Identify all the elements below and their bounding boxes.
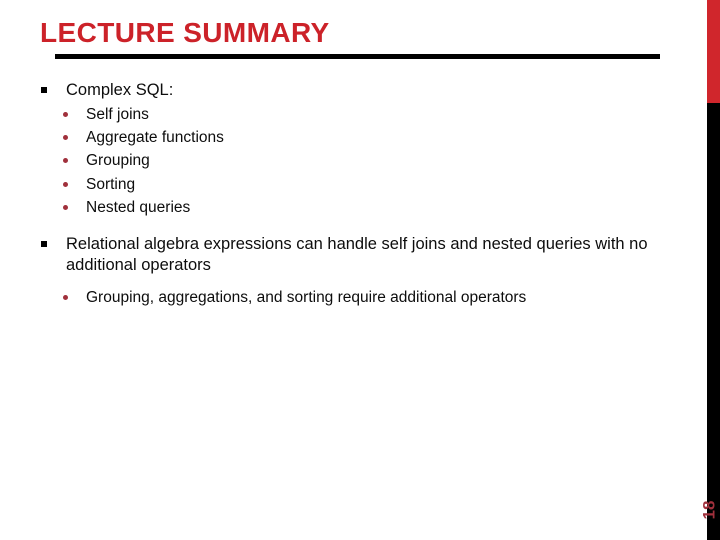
bullet-text: Sorting [86, 175, 136, 193]
bullet-item-grouping-aggregations-sorting: Grouping, aggregations, and sorting requ… [38, 288, 686, 308]
round-bullet-icon [63, 112, 68, 118]
bullet-item-relational-algebra: Relational algebra expressions can handl… [38, 234, 686, 276]
title-divider-rule [55, 54, 660, 59]
slide-title: LECTURE SUMMARY [40, 17, 330, 48]
square-bullet-icon [41, 87, 47, 93]
bullet-text: Complex SQL: [66, 81, 174, 99]
right-edge-black-accent-bar [707, 103, 720, 540]
bullet-text: Self joins [86, 106, 149, 124]
round-bullet-icon [63, 135, 68, 141]
round-bullet-icon [63, 295, 68, 301]
bullet-item-complex-sql: Complex SQL: [38, 80, 686, 101]
bullet-text: Nested queries [86, 198, 191, 216]
round-bullet-icon [63, 181, 68, 187]
bullet-text: Grouping [86, 152, 150, 170]
bullet-text: Grouping, aggregations, and sorting requ… [86, 289, 527, 307]
right-edge-red-accent-bar [707, 0, 720, 103]
sub-bullet-group-complex-sql: Self joins Aggregate functions Grouping … [38, 105, 686, 218]
bullet-item-sorting: Sorting [38, 175, 686, 195]
page-number: 18 [698, 490, 720, 530]
round-bullet-icon [63, 204, 68, 210]
bullet-item-nested-queries: Nested queries [38, 198, 686, 218]
slide: LECTURE SUMMARY Complex SQL: Self joins … [0, 0, 720, 540]
round-bullet-icon [63, 158, 68, 164]
bullet-item-self-joins: Self joins [38, 105, 686, 125]
bullet-item-grouping: Grouping [38, 151, 686, 171]
bullet-text: Aggregate functions [86, 129, 224, 147]
bullet-text: Relational algebra expressions can handl… [66, 234, 648, 274]
square-bullet-icon [41, 240, 47, 247]
page-number-value: 18 [698, 500, 718, 520]
slide-body: Complex SQL: Self joins Aggregate functi… [38, 80, 686, 311]
bullet-item-aggregate-functions: Aggregate functions [38, 128, 686, 148]
